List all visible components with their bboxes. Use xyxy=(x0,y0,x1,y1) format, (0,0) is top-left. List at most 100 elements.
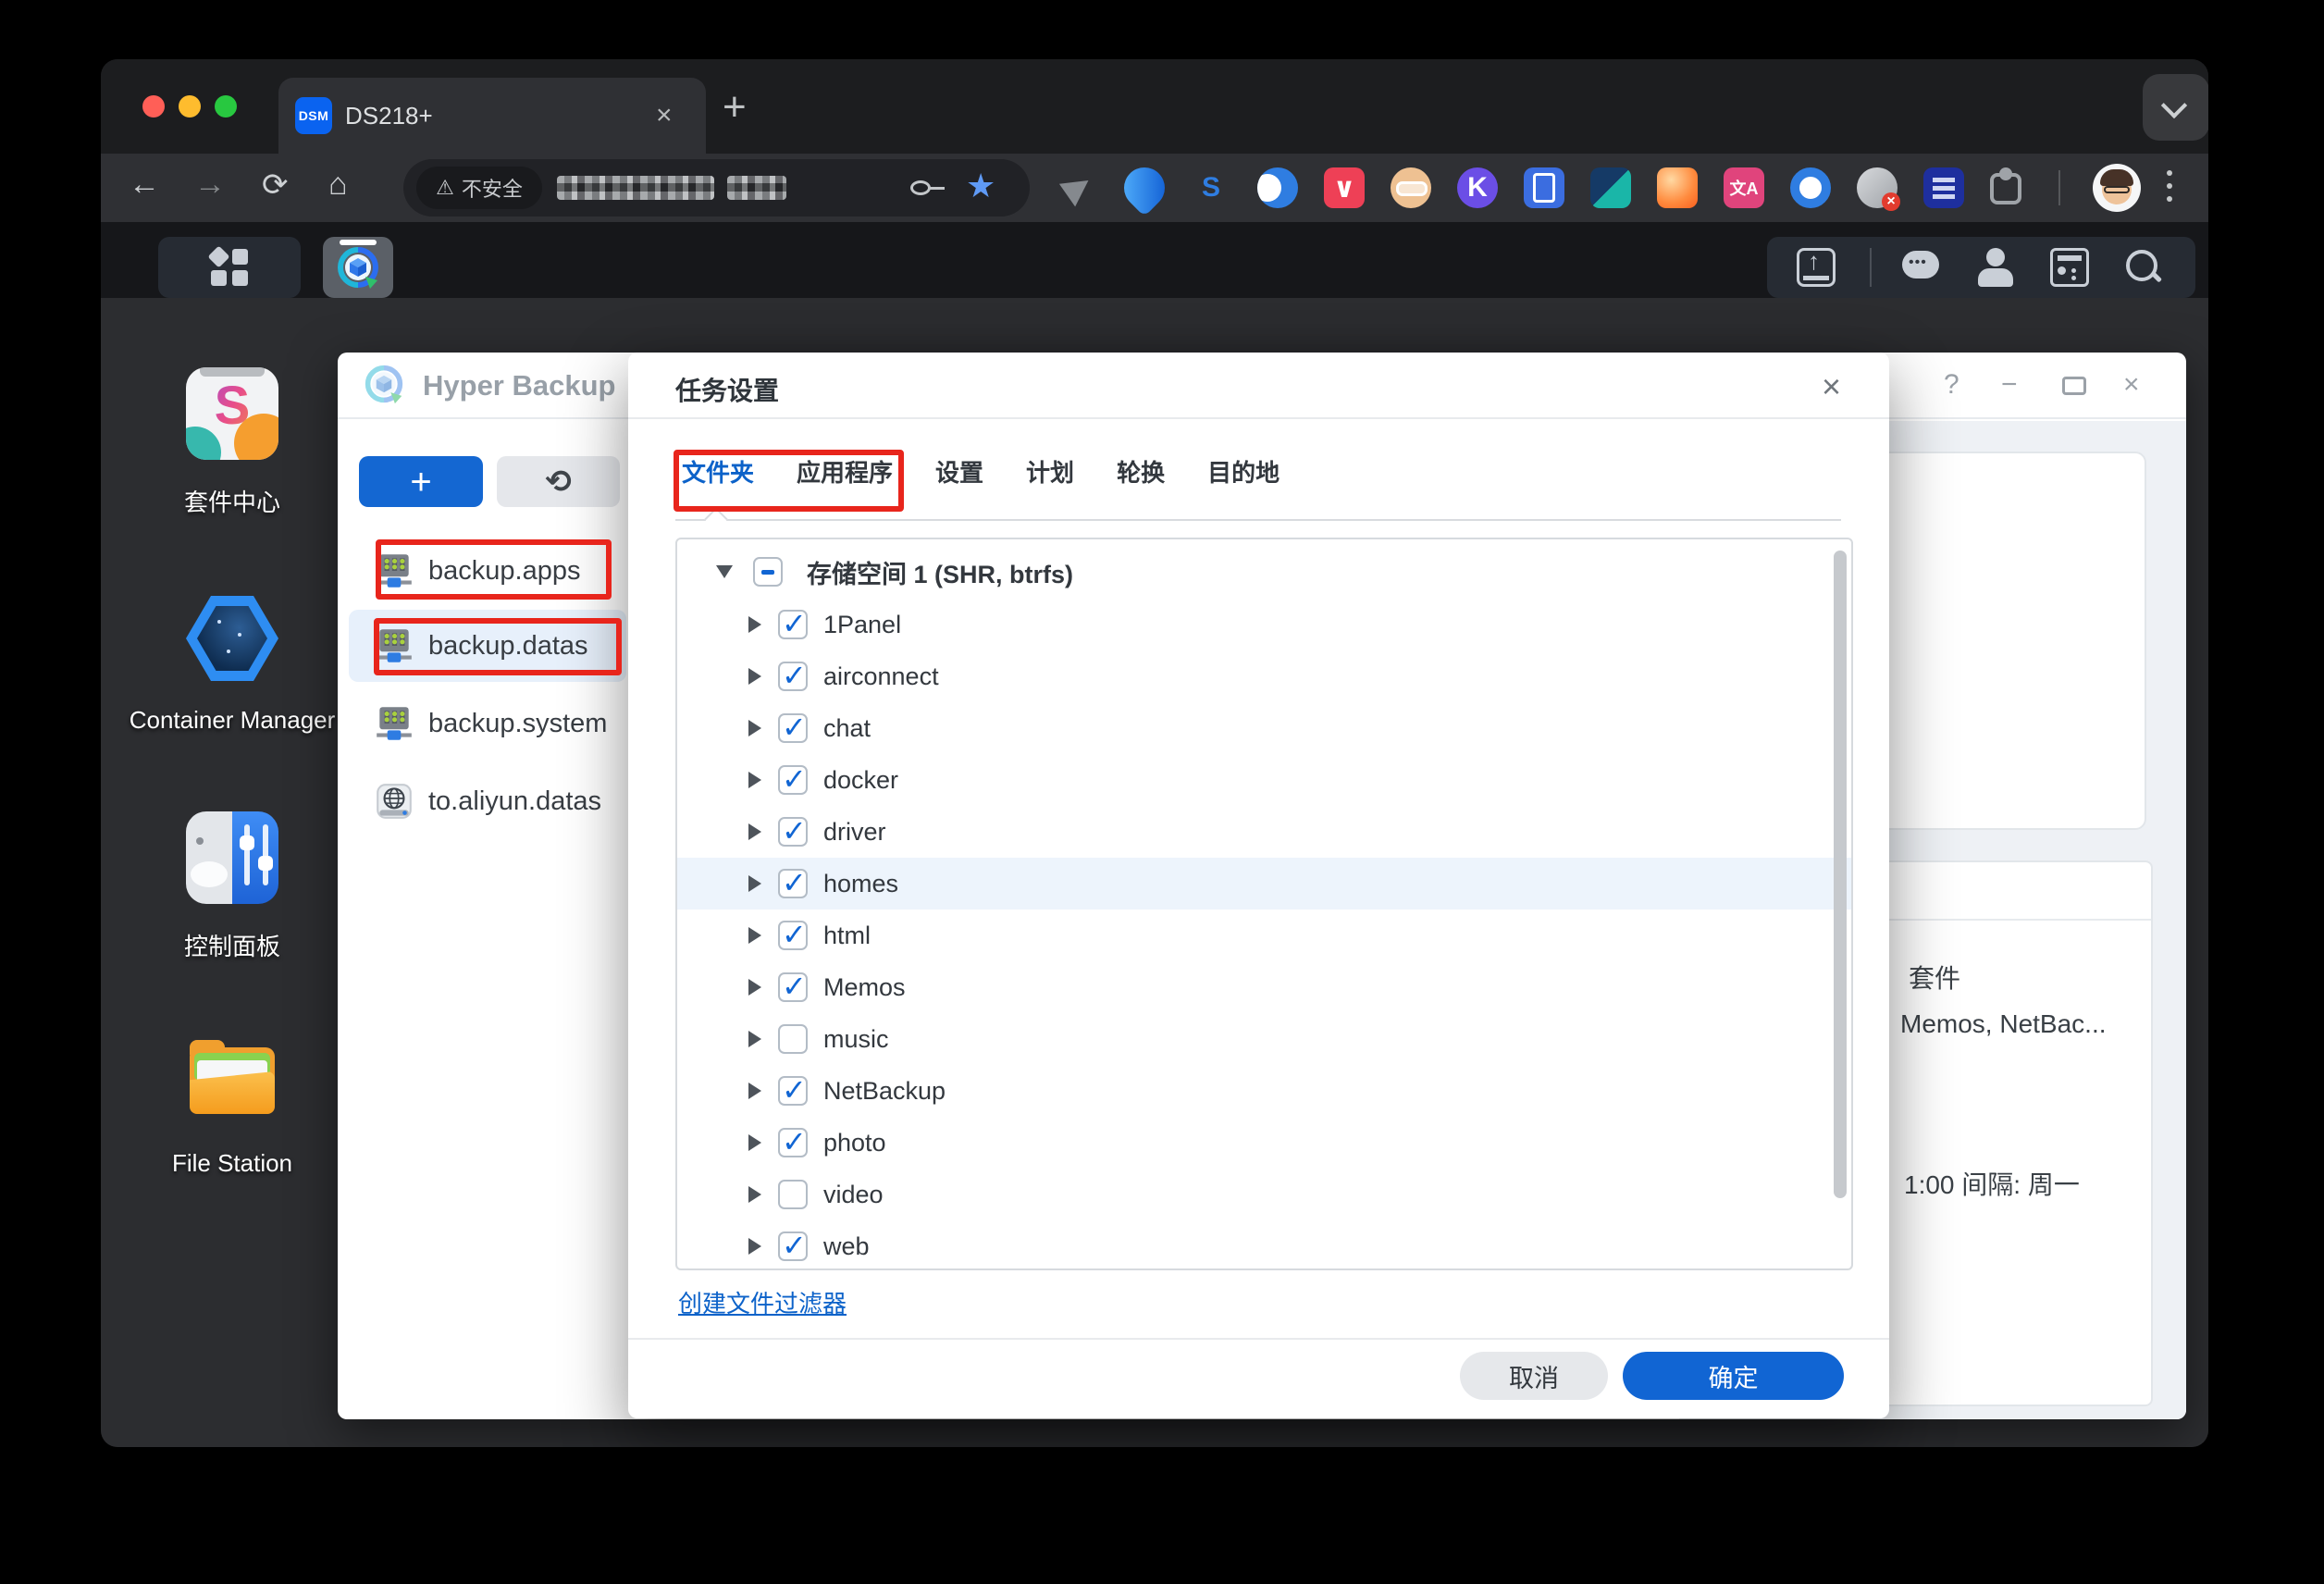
folder-checkbox-1Panel[interactable] xyxy=(778,606,808,641)
tree-row-chat[interactable]: chat xyxy=(677,702,1851,754)
folder-checkbox-video[interactable] xyxy=(778,1180,808,1209)
orange-blob-icon[interactable] xyxy=(1657,167,1698,208)
tree-row-html[interactable]: html xyxy=(677,910,1851,961)
expand-triangle-icon[interactable] xyxy=(748,616,761,633)
expand-triangle-icon[interactable] xyxy=(748,668,761,685)
tree-row-homes[interactable]: homes xyxy=(677,858,1851,910)
tab-rotation[interactable]: 轮换 xyxy=(1117,454,1165,489)
browser-tab[interactable]: DSM DS218+ × xyxy=(278,78,706,154)
folder-checkbox-airconnect[interactable] xyxy=(778,658,808,693)
k-circle-icon[interactable]: K xyxy=(1457,167,1498,208)
expand-triangle-icon[interactable] xyxy=(748,1186,761,1203)
tree-row-1Panel[interactable]: 1Panel xyxy=(677,599,1851,650)
pocket-icon[interactable]: ∨ xyxy=(1324,167,1365,208)
translate-icon[interactable]: 文A xyxy=(1724,167,1764,208)
tab-search-button[interactable] xyxy=(2143,74,2208,141)
taskbar-hyper-backup-button[interactable] xyxy=(323,237,393,298)
folder-checkbox-docker[interactable] xyxy=(778,761,808,797)
tree-row-Memos[interactable]: Memos xyxy=(677,961,1851,1013)
expand-triangle-icon[interactable] xyxy=(748,1134,761,1151)
notifications-chat-icon[interactable] xyxy=(1902,248,1941,287)
window-close-button[interactable]: × xyxy=(2123,369,2140,401)
tree-row-video[interactable]: video xyxy=(677,1169,1851,1220)
expand-triangle-icon[interactable] xyxy=(748,772,761,788)
error-badge-icon[interactable] xyxy=(1857,167,1900,211)
user-account-icon[interactable] xyxy=(1976,248,2015,287)
browser-menu-icon[interactable] xyxy=(2167,170,2172,176)
tree-scrollbar[interactable] xyxy=(1834,551,1847,1198)
bookmark-star-icon[interactable]: ★ xyxy=(966,167,995,205)
extensions-puzzle-icon[interactable] xyxy=(1990,167,2021,204)
geometric-icon[interactable] xyxy=(1590,167,1631,208)
widgets-panel-icon[interactable] xyxy=(2050,248,2089,287)
dsm-main-menu-button[interactable] xyxy=(158,237,301,298)
tree-row-NetBackup[interactable]: NetBackup xyxy=(677,1065,1851,1117)
tab-close-icon[interactable]: × xyxy=(656,100,673,131)
ring-icon[interactable] xyxy=(1790,167,1831,208)
tree-row-driver[interactable]: driver xyxy=(677,806,1851,858)
search-icon[interactable] xyxy=(2124,248,2163,287)
help-button[interactable]: ? xyxy=(1944,369,1959,401)
expand-triangle-icon[interactable] xyxy=(748,927,761,944)
desktop-icon-container-manager[interactable] xyxy=(186,592,278,685)
expand-triangle-icon[interactable] xyxy=(748,1083,761,1099)
tree-row-music[interactable]: music xyxy=(677,1013,1851,1065)
dialog-close-icon[interactable]: × xyxy=(1822,367,1841,406)
minimize-button[interactable]: − xyxy=(2001,369,2018,401)
folder-checkbox-homes[interactable] xyxy=(778,865,808,900)
back-button[interactable]: ← xyxy=(129,167,160,203)
expand-triangle-icon[interactable] xyxy=(748,720,761,736)
external-device-icon[interactable] xyxy=(1797,247,1836,287)
tab-settings[interactable]: 设置 xyxy=(935,454,983,489)
task-item-to.aliyun.datas[interactable]: to.aliyun.datas xyxy=(349,771,626,832)
s-curve-icon[interactable]: S xyxy=(1191,167,1231,208)
volume-checkbox[interactable] xyxy=(753,557,783,587)
password-key-icon[interactable] xyxy=(910,180,945,195)
desktop-icon-control-panel[interactable] xyxy=(186,811,278,904)
folder-checkbox-web[interactable] xyxy=(778,1228,808,1263)
reload-button[interactable]: ⟳ xyxy=(262,167,289,204)
expand-triangle-icon[interactable] xyxy=(748,875,761,892)
expand-triangle-icon[interactable] xyxy=(748,979,761,996)
tree-row-docker[interactable]: docker xyxy=(677,754,1851,806)
restore-button[interactable]: ⟲ xyxy=(497,456,620,507)
list-rows-icon[interactable] xyxy=(1923,167,1964,208)
folder-checkbox-NetBackup[interactable] xyxy=(778,1072,808,1108)
send-arrow-icon[interactable] xyxy=(1057,167,1098,208)
address-bar[interactable]: ⚠ 不安全 ★ xyxy=(403,159,1030,217)
forward-button[interactable]: → xyxy=(194,167,226,203)
tree-row-photo[interactable]: photo xyxy=(677,1117,1851,1169)
macos-close-button[interactable] xyxy=(142,95,165,118)
desktop-icon-file-station[interactable] xyxy=(186,1033,278,1125)
tree-row-web[interactable]: web xyxy=(677,1220,1851,1268)
ok-button[interactable]: 确定 xyxy=(1623,1352,1844,1400)
desktop-icon-package-center[interactable]: S xyxy=(186,367,278,460)
tab-schedule[interactable]: 计划 xyxy=(1026,454,1074,489)
expand-triangle-icon[interactable] xyxy=(748,1238,761,1255)
map-pin-icon[interactable] xyxy=(1115,158,1174,217)
face-glasses-icon[interactable] xyxy=(1391,167,1431,208)
folder-checkbox-chat[interactable] xyxy=(778,710,808,745)
tree-row-volume1[interactable]: 存储空间 1 (SHR, btrfs) xyxy=(677,545,1851,599)
tab-destination[interactable]: 目的地 xyxy=(1207,454,1279,489)
folder-checkbox-music[interactable] xyxy=(778,1024,808,1054)
profile-avatar[interactable] xyxy=(2093,164,2141,212)
folder-checkbox-photo[interactable] xyxy=(778,1124,808,1159)
new-tab-button[interactable]: + xyxy=(723,87,747,128)
cancel-button[interactable]: 取消 xyxy=(1460,1352,1608,1400)
maximize-button[interactable] xyxy=(2062,377,2086,395)
expand-triangle-icon[interactable] xyxy=(748,1031,761,1047)
macos-minimize-button[interactable] xyxy=(179,95,201,118)
folder-checkbox-Memos[interactable] xyxy=(778,969,808,1004)
macos-zoom-button[interactable] xyxy=(215,95,237,118)
collapse-triangle-icon[interactable] xyxy=(716,565,733,578)
expand-triangle-icon[interactable] xyxy=(748,823,761,840)
folder-checkbox-driver[interactable] xyxy=(778,813,808,848)
folder-checkbox-html[interactable] xyxy=(778,917,808,952)
task-item-backup.system[interactable]: backup.system xyxy=(349,693,626,754)
home-button[interactable]: ⌂ xyxy=(328,167,348,203)
wave-circle-icon[interactable] xyxy=(1257,167,1298,208)
tree-row-airconnect[interactable]: airconnect xyxy=(677,650,1851,702)
create-file-filter-link[interactable]: 创建文件过滤器 xyxy=(678,1285,847,1319)
phone-lock-icon[interactable] xyxy=(1524,167,1564,208)
